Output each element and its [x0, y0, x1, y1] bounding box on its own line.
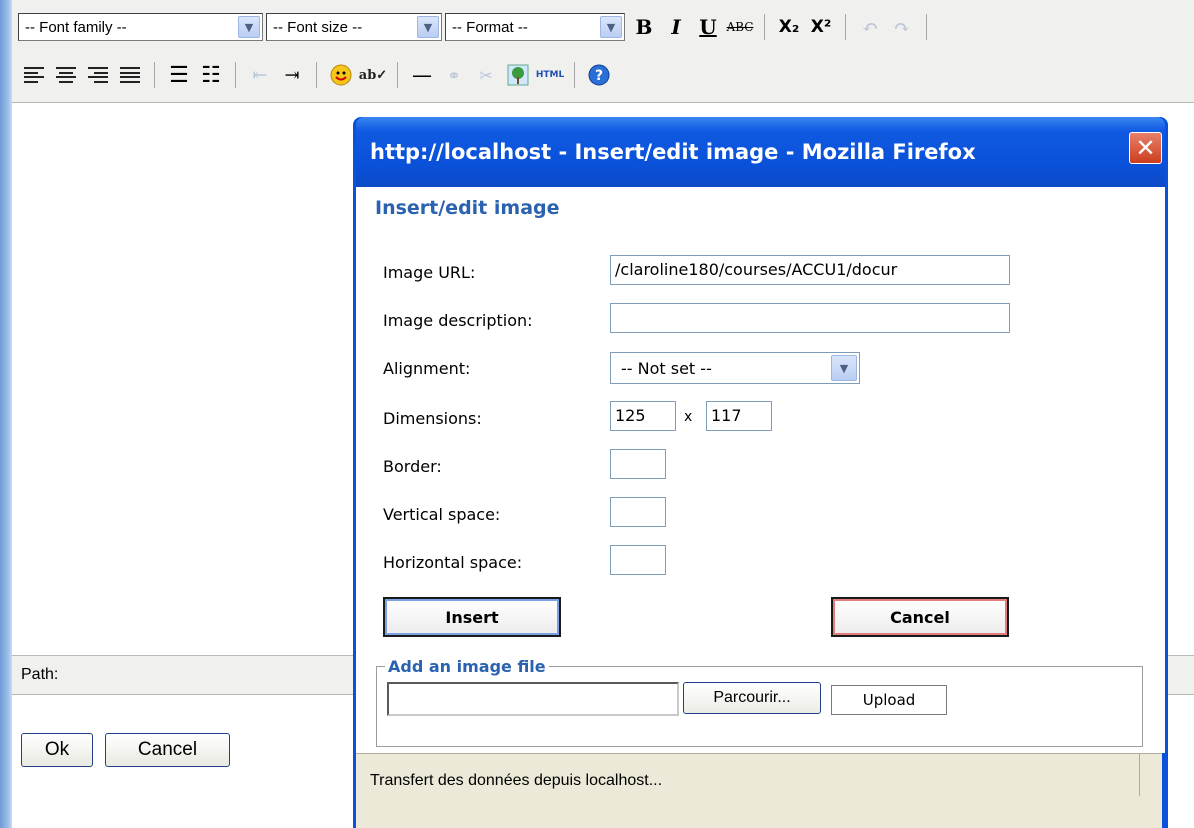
width-input[interactable]: 125 — [610, 401, 676, 431]
desktop-edge — [0, 0, 12, 828]
align-left-icon[interactable] — [18, 60, 50, 90]
border-label: Border: — [383, 457, 442, 476]
dialog-heading: Insert/edit image — [375, 197, 560, 219]
bold-button[interactable]: B — [628, 12, 660, 42]
toolbar-separator — [154, 62, 155, 88]
align-justify-icon[interactable] — [114, 60, 146, 90]
horizontal-space-label: Horizontal space: — [383, 553, 523, 572]
strikethrough-button[interactable]: ABC — [724, 12, 756, 42]
toolbar-separator — [397, 62, 398, 88]
link-icon[interactable]: ⚭ — [438, 60, 470, 90]
file-path-input[interactable] — [387, 682, 679, 716]
close-icon[interactable]: ✕ — [1129, 132, 1162, 164]
font-family-value: -- Font family -- — [25, 18, 127, 36]
ok-button[interactable]: Ok — [21, 733, 93, 767]
image-url-label: Image URL: — [383, 263, 476, 282]
insert-image-dialog-window: http://localhost - Insert/edit image - M… — [353, 117, 1168, 828]
horizontal-rule-icon[interactable]: — — [406, 60, 438, 90]
vertical-space-input[interactable] — [610, 497, 666, 527]
status-text: Transfert des données depuis localhost..… — [370, 772, 663, 789]
window-title: http://localhost - Insert/edit image - M… — [370, 140, 976, 164]
font-size-select[interactable]: -- Font size -- ▼ — [266, 13, 442, 41]
chevron-down-icon[interactable]: ▼ — [831, 355, 857, 381]
cancel-button[interactable]: Cancel — [105, 733, 230, 767]
outdent-icon[interactable]: ⇤ — [244, 60, 276, 90]
font-size-value: -- Font size -- — [273, 18, 363, 36]
undo-icon[interactable]: ↶ — [854, 12, 886, 42]
window-statusbar: Transfert des données depuis localhost..… — [356, 753, 1162, 828]
image-description-label: Image description: — [383, 311, 533, 330]
bullet-list-icon[interactable]: ☰ — [163, 60, 195, 90]
image-icon[interactable] — [502, 60, 534, 90]
upload-button[interactable]: Upload — [831, 685, 947, 715]
emoticon-icon[interactable] — [325, 60, 357, 90]
indent-icon[interactable]: ⇥ — [276, 60, 308, 90]
underline-button[interactable]: U — [692, 12, 724, 42]
toolbar-separator — [926, 14, 927, 40]
dimensions-label: Dimensions: — [383, 409, 482, 428]
alignment-select[interactable]: -- Not set -- ▼ — [610, 352, 860, 384]
subscript-button[interactable]: X₂ — [773, 12, 805, 42]
border-input[interactable] — [610, 449, 666, 479]
image-description-input[interactable] — [610, 303, 1010, 333]
alignment-label: Alignment: — [383, 359, 471, 378]
window-titlebar[interactable]: http://localhost - Insert/edit image - M… — [356, 117, 1165, 187]
dialog-content: Insert/edit image Image URL: /claroline1… — [356, 187, 1165, 753]
italic-button[interactable]: I — [660, 12, 692, 42]
browse-button[interactable]: Parcourir... — [683, 682, 821, 714]
toolbar-separator — [574, 62, 575, 88]
superscript-button[interactable]: X² — [805, 12, 837, 42]
chevron-down-icon[interactable]: ▼ — [238, 16, 260, 38]
format-value: -- Format -- — [452, 18, 528, 36]
chevron-down-icon[interactable]: ▼ — [417, 16, 439, 38]
html-source-button[interactable]: HTML — [534, 60, 566, 90]
add-image-file-legend: Add an image file — [388, 657, 546, 676]
format-select[interactable]: -- Format -- ▼ — [445, 13, 625, 41]
unlink-icon[interactable]: ✂ — [470, 60, 502, 90]
toolbar-row-2: ☰ ☷ ⇤ ⇥ ab✓ — ⚭ ✂ HTML ? — [18, 58, 615, 92]
height-input[interactable]: 117 — [706, 401, 772, 431]
insert-button[interactable]: Insert — [383, 597, 561, 637]
redo-icon[interactable]: ↷ — [886, 12, 918, 42]
toolbar-row-1: -- Font family -- ▼ -- Font size -- ▼ --… — [18, 12, 935, 42]
numbered-list-icon[interactable]: ☷ — [195, 60, 227, 90]
font-family-select[interactable]: -- Font family -- ▼ — [18, 13, 263, 41]
toolbar-separator — [764, 14, 765, 40]
toolbar-separator — [316, 62, 317, 88]
path-label: Path: — [21, 666, 59, 683]
dialog-cancel-button[interactable]: Cancel — [831, 597, 1009, 637]
horizontal-space-input[interactable] — [610, 545, 666, 575]
svg-text:?: ? — [595, 68, 603, 84]
chevron-down-icon[interactable]: ▼ — [600, 16, 622, 38]
align-right-icon[interactable] — [82, 60, 114, 90]
alignment-value: -- Not set -- — [621, 358, 712, 378]
toolbar-separator — [235, 62, 236, 88]
vertical-space-label: Vertical space: — [383, 505, 501, 524]
image-url-input[interactable]: /claroline180/courses/ACCU1/docur — [610, 255, 1010, 285]
spellcheck-icon[interactable]: ab✓ — [357, 60, 389, 90]
help-icon[interactable]: ? — [583, 60, 615, 90]
align-center-icon[interactable] — [50, 60, 82, 90]
editor-toolbar: -- Font family -- ▼ -- Font size -- ▼ --… — [12, 0, 1194, 103]
toolbar-separator — [845, 14, 846, 40]
dimension-times-sign: x — [684, 409, 693, 425]
add-image-file-section: Add an image file Parcourir... Upload — [376, 657, 1143, 747]
